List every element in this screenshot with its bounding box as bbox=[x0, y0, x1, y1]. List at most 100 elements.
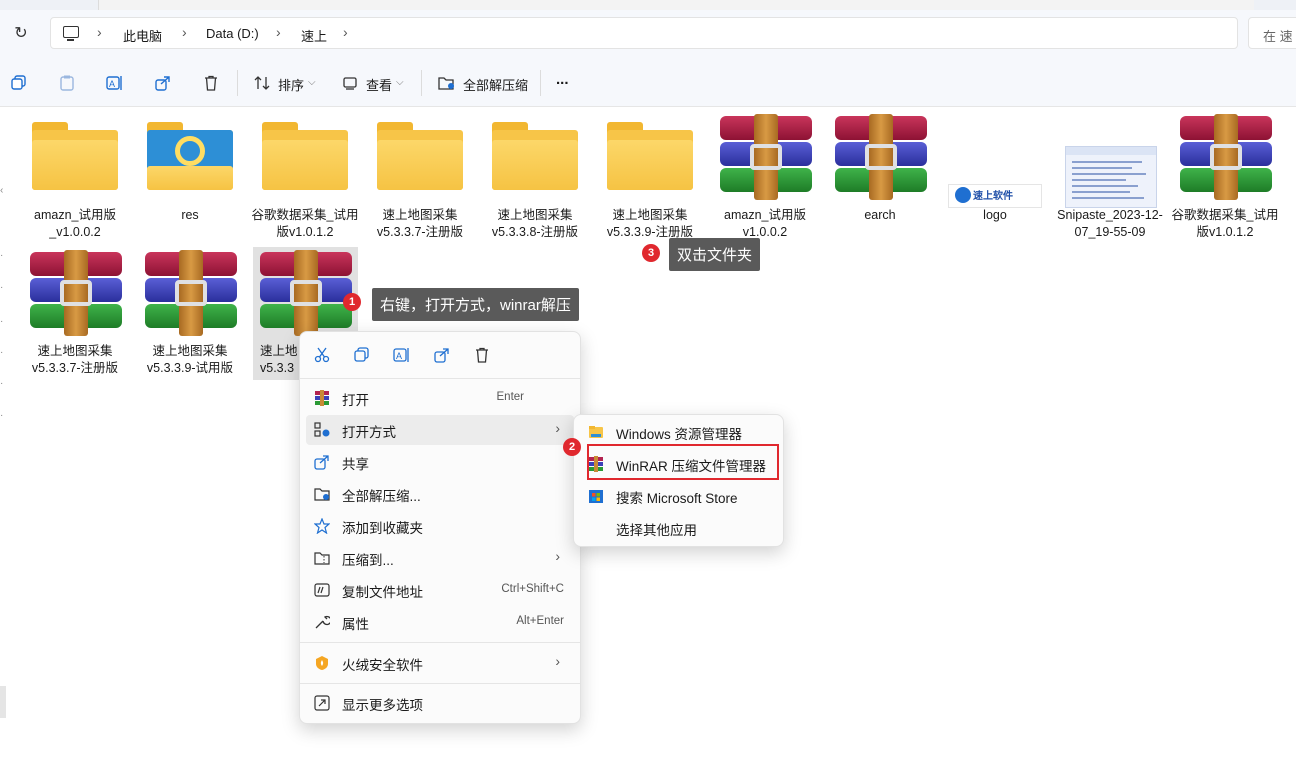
folder-icon bbox=[262, 122, 348, 192]
extract-icon[interactable] bbox=[437, 73, 457, 93]
file-name: 速上地图采集v5.3.3.7-注册版 bbox=[31, 344, 119, 375]
delete-icon[interactable] bbox=[472, 345, 492, 365]
toolbar-divider bbox=[237, 70, 238, 96]
search-input[interactable]: 在 速 bbox=[1248, 17, 1296, 49]
chevron-right-icon: › bbox=[555, 548, 560, 564]
folder-icon bbox=[492, 122, 578, 192]
open-with-icon bbox=[314, 422, 330, 438]
menu-item-extract-all[interactable]: 全部解压缩... bbox=[306, 479, 574, 509]
folder-icon bbox=[32, 122, 118, 192]
context-quick-actions: A bbox=[300, 332, 580, 379]
toolbar-divider bbox=[421, 70, 422, 96]
extract-all-button[interactable]: 全部解压缩 bbox=[463, 75, 528, 94]
menu-item-open[interactable]: 打开 Enter bbox=[306, 383, 574, 413]
winrar-archive-icon bbox=[1180, 114, 1272, 200]
breadcrumb-folder[interactable]: 速上 bbox=[301, 26, 327, 45]
menu-item-label: 添加到收藏夹 bbox=[342, 521, 423, 536]
paste-icon[interactable] bbox=[57, 73, 77, 93]
menu-item-copy-path[interactable]: 复制文件地址 Ctrl+Shift+C bbox=[306, 575, 574, 605]
rename-icon[interactable]: A bbox=[392, 345, 412, 365]
step-badge: 3 bbox=[642, 244, 660, 262]
menu-item-share[interactable]: 共享 bbox=[306, 447, 574, 477]
menu-shortcut: Ctrl+Shift+C bbox=[501, 583, 564, 595]
step-badge: 1 bbox=[343, 293, 361, 311]
menu-item-add-favorite[interactable]: 添加到收藏夹 bbox=[306, 511, 574, 541]
more-options-icon bbox=[314, 695, 330, 711]
submenu-item-explorer[interactable]: Windows 资源管理器 bbox=[580, 417, 777, 447]
share-icon[interactable] bbox=[432, 345, 452, 365]
file-name: res bbox=[181, 208, 199, 222]
menu-item-properties[interactable]: 属性 Alt+Enter bbox=[306, 607, 574, 637]
nav-pane-edge: · bbox=[0, 282, 4, 293]
nav-pane-edge: · bbox=[0, 410, 4, 421]
menu-item-show-more[interactable]: 显示更多选项 bbox=[306, 688, 574, 718]
active-tab[interactable] bbox=[98, 0, 1254, 10]
logo-thumbnail: 速上软件 bbox=[948, 184, 1042, 208]
file-name: amazn_试用版_v1.0.0.2 bbox=[34, 208, 116, 239]
sort-icon[interactable] bbox=[252, 73, 272, 93]
winrar-archive-icon bbox=[835, 114, 927, 200]
chevron-down-icon[interactable]: ⌵ bbox=[308, 77, 316, 88]
scrollbar[interactable] bbox=[0, 686, 6, 718]
command-bar: A 排序 ⌵ 查看 ⌵ 全部解压缩 ... bbox=[0, 60, 1296, 107]
explorer-icon bbox=[588, 424, 604, 440]
view-button[interactable]: 查看 bbox=[366, 75, 392, 94]
refresh-icon[interactable]: ↻ bbox=[12, 25, 30, 43]
winrar-archive-icon bbox=[720, 114, 812, 200]
file-name-line1: 速上地 bbox=[260, 344, 298, 358]
nav-pane-edge: · bbox=[0, 250, 4, 261]
breadcrumb-this-pc[interactable]: 此电脑 bbox=[123, 26, 162, 45]
rename-icon[interactable]: A bbox=[105, 73, 125, 93]
nav-pane-edge: · bbox=[0, 316, 4, 327]
menu-item-label: 共享 bbox=[342, 457, 369, 472]
chevron-right-icon[interactable]: › bbox=[343, 24, 348, 40]
wrench-icon bbox=[314, 614, 330, 630]
delete-icon[interactable] bbox=[201, 73, 221, 93]
submenu-item-store[interactable]: 搜索 Microsoft Store bbox=[580, 481, 777, 511]
open-with-submenu: Windows 资源管理器 WinRAR 压缩文件管理器 搜索 Microsof… bbox=[573, 414, 784, 547]
chevron-right-icon[interactable]: › bbox=[182, 24, 187, 40]
step-badge: 2 bbox=[563, 438, 581, 456]
chevron-right-icon[interactable]: › bbox=[276, 24, 281, 40]
submenu-item-label: Windows 资源管理器 bbox=[616, 427, 743, 442]
view-icon[interactable] bbox=[340, 73, 360, 93]
menu-item-label: 属性 bbox=[342, 617, 369, 632]
chevron-right-icon: › bbox=[555, 653, 560, 669]
breadcrumb-drive[interactable]: Data (D:) bbox=[206, 26, 259, 41]
address-row: ↻ › 此电脑 › Data (D:) › 速上 › 在 速 bbox=[0, 10, 1296, 60]
menu-item-open-with[interactable]: 打开方式 › bbox=[306, 415, 574, 445]
star-icon bbox=[314, 518, 330, 534]
sort-button[interactable]: 排序 bbox=[278, 75, 304, 94]
copy-icon[interactable] bbox=[352, 345, 372, 365]
nav-pane-edge: · bbox=[0, 347, 4, 358]
cut-icon[interactable] bbox=[312, 345, 332, 365]
toolbar-divider bbox=[540, 70, 541, 96]
copy-icon[interactable] bbox=[9, 73, 29, 93]
menu-item-label: 压缩到... bbox=[342, 553, 394, 568]
huorong-icon bbox=[314, 655, 330, 671]
file-name: 谷歌数据采集_试用版v1.0.1.2 bbox=[1171, 208, 1279, 239]
menu-item-label: 火绒安全软件 bbox=[342, 658, 423, 673]
winrar-archive-icon bbox=[145, 250, 237, 336]
share-icon bbox=[314, 454, 330, 470]
menu-divider bbox=[300, 683, 580, 684]
file-name: amazn_试用版v1.0.0.2 bbox=[724, 208, 806, 239]
file-name: Snipaste_2023-12-07_19-55-09 bbox=[1057, 208, 1163, 239]
menu-item-compress-to[interactable]: 压缩到... › bbox=[306, 543, 574, 573]
chevron-down-icon[interactable]: ⌵ bbox=[396, 77, 404, 88]
submenu-item-label: 搜索 Microsoft Store bbox=[616, 491, 738, 506]
tab-strip bbox=[0, 0, 1296, 10]
chevron-right-icon[interactable]: › bbox=[97, 24, 102, 40]
submenu-item-choose-app[interactable]: 选择其他应用 bbox=[580, 513, 777, 543]
menu-divider bbox=[300, 642, 580, 643]
submenu-item-label: 选择其他应用 bbox=[616, 523, 697, 538]
menu-item-label: 打开方式 bbox=[342, 425, 396, 440]
winrar-archive-icon bbox=[260, 250, 352, 336]
svg-text:A: A bbox=[109, 79, 115, 89]
more-button[interactable]: ... bbox=[556, 71, 569, 88]
address-bar[interactable]: › 此电脑 › Data (D:) › 速上 › bbox=[50, 17, 1238, 49]
menu-item-huorong[interactable]: 火绒安全软件 › bbox=[306, 648, 574, 678]
menu-item-label: 全部解压缩... bbox=[342, 489, 421, 504]
share-icon[interactable] bbox=[153, 73, 173, 93]
copy-path-icon bbox=[314, 582, 330, 598]
